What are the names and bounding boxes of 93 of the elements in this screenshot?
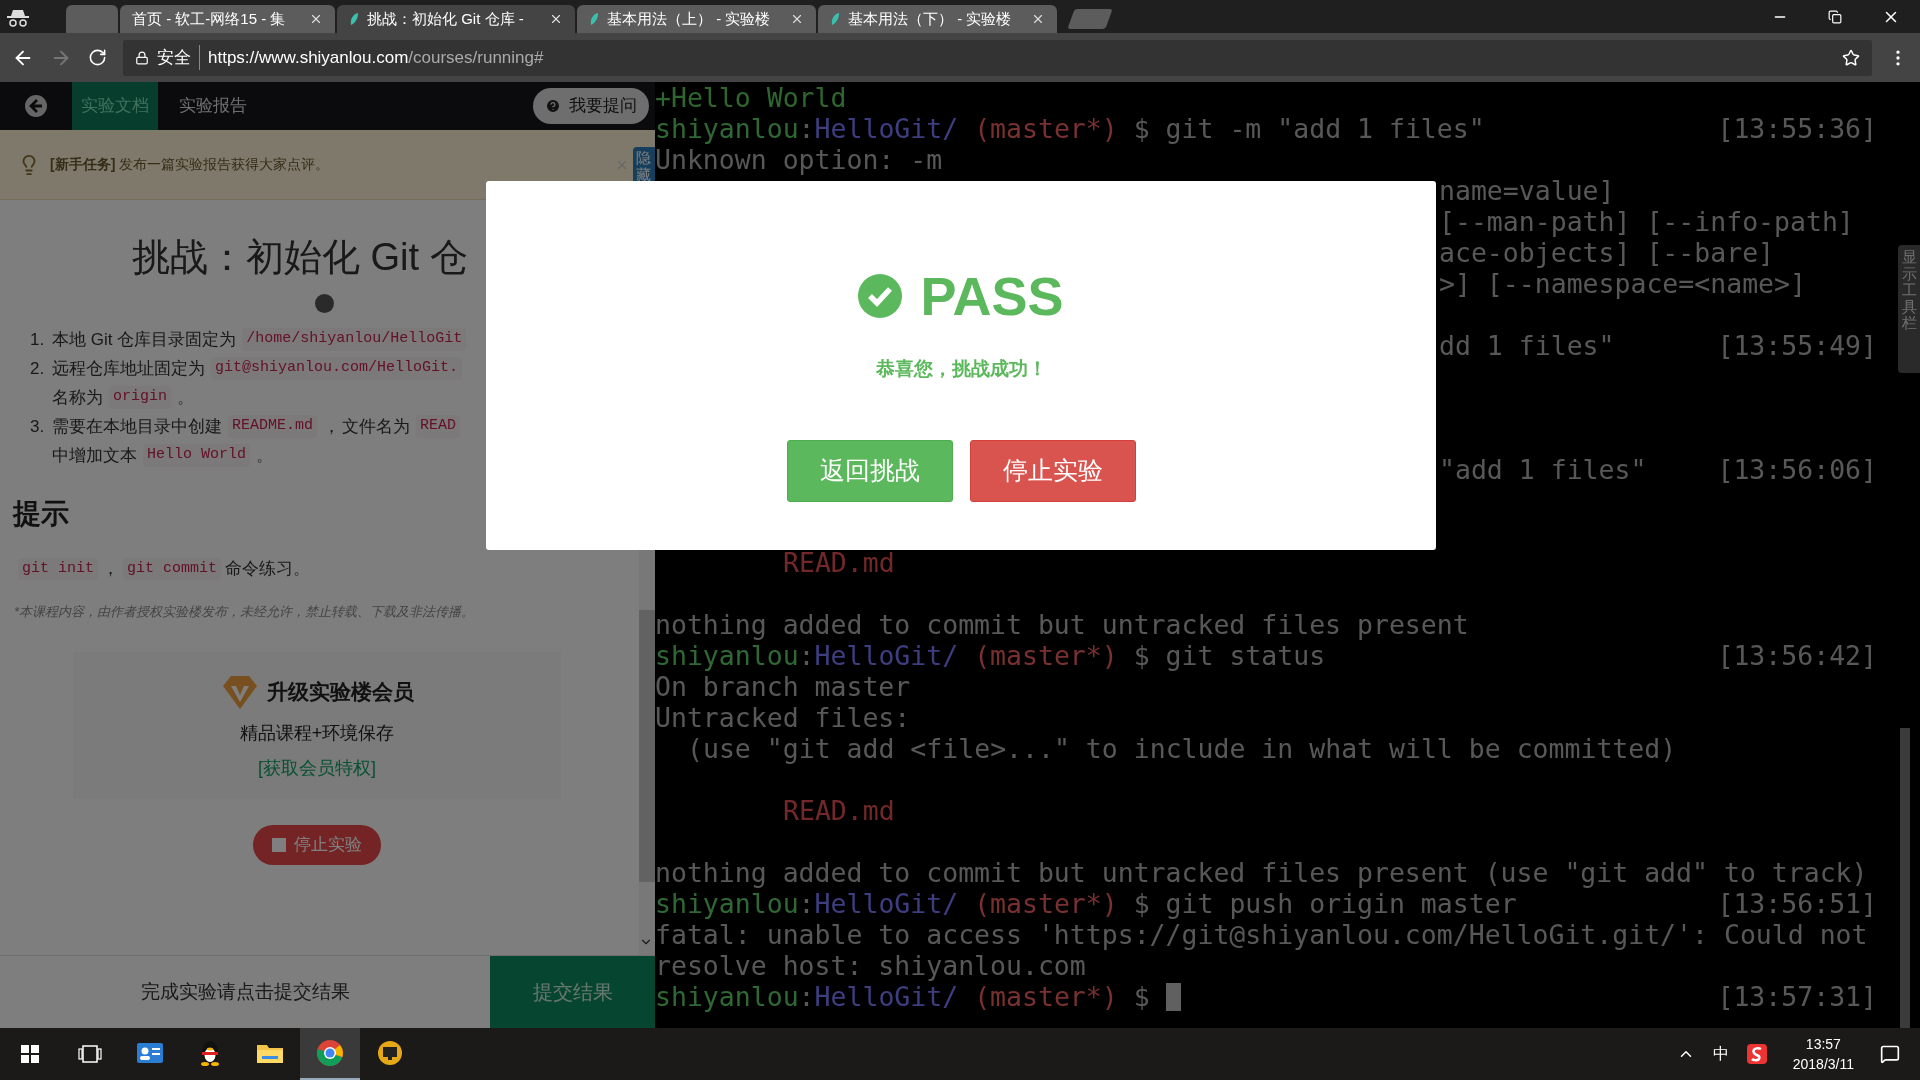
inline-code: origin	[109, 386, 171, 409]
penguin-icon	[199, 1039, 221, 1067]
incognito-icon	[7, 9, 29, 27]
dialog-button[interactable]: 停止实验	[969, 439, 1136, 502]
taskbar-app[interactable]	[300, 1028, 360, 1080]
terminal-line: >] [--namespace=<name>]	[1439, 267, 1806, 301]
bookmark-star-icon[interactable]	[1842, 48, 1860, 67]
pass-status: PASS	[920, 269, 1064, 323]
challenge-title: 挑战：初始化 Git 仓	[132, 235, 469, 280]
browser-tab[interactable]: 基本用法（下） - 实验楼	[818, 5, 1057, 33]
scrollbar-thumb[interactable]	[1900, 728, 1910, 1028]
prompt-branch: (master*)	[974, 980, 1118, 1014]
task-view-icon[interactable]	[78, 1044, 102, 1064]
terminal-command: $ git -m "add 1 files"	[1133, 111, 1485, 146]
scrollbar-thumb[interactable]	[639, 610, 655, 882]
prompt-branch: (master*)	[974, 111, 1118, 146]
inline-code: README.md	[228, 415, 317, 438]
help-icon	[545, 98, 561, 114]
step-text: ，	[323, 415, 340, 438]
step-number: 3.	[30, 415, 46, 438]
terminal-line: READ.md	[783, 545, 895, 580]
terminal-line: fatal: unable to access 'https://git@shiyanlou.com/HelloGit.git/': Could not	[655, 918, 1868, 952]
success-message: 恭喜您，挑战成功！	[875, 357, 1047, 381]
clock[interactable]: 13:57 2018/3/11	[1784, 1034, 1862, 1074]
timestamp: [13:56:42]	[1717, 638, 1877, 673]
inline-code: /home/shiyanlou/HelloGit	[242, 328, 467, 351]
inline-code: git commit	[123, 557, 222, 581]
submit-hint: 完成实验请点击提交结果	[139, 979, 351, 1004]
step-number: 1.	[30, 328, 46, 351]
browser-tab[interactable]: 挑战：初始化 Git 仓库 -	[337, 5, 575, 33]
terminal-line: ace-objects] [--bare]	[1439, 236, 1775, 270]
chrome-icon	[316, 1039, 344, 1067]
member-link[interactable]: [获取会员特权]	[258, 754, 376, 782]
panel-tab[interactable]: 实验报告	[170, 82, 256, 130]
step-text: 名称为	[52, 386, 103, 409]
dialog-button[interactable]: 返回挑战	[786, 439, 953, 502]
step-text: ，	[102, 558, 119, 581]
browser-tab[interactable]: 首页 - 软工-网络15 - 集	[120, 5, 335, 33]
terminal-command: $ git push origin master	[1133, 887, 1517, 921]
terminal-line: READ.md	[783, 793, 895, 828]
lock-icon	[135, 50, 149, 65]
prompt-user: shiyanlou	[655, 887, 799, 921]
security-label: 安全	[157, 44, 200, 71]
reload-icon[interactable]	[88, 48, 107, 67]
leaf-icon	[830, 12, 840, 26]
new-tab-button[interactable]	[1067, 9, 1113, 29]
step-text: 。	[177, 386, 194, 409]
check-circle-icon	[858, 274, 903, 318]
monitor-icon	[376, 1040, 404, 1066]
address-bar[interactable]: 安全 https://www.shiyanlou.com/courses/running#	[123, 39, 1872, 76]
step-text: 文件名为	[342, 415, 410, 438]
close-icon[interactable]	[549, 12, 563, 26]
step-text: 需要在本地目录中创建	[52, 415, 222, 438]
leaf-icon	[349, 12, 359, 26]
stop-lab-button[interactable]: 停止实验	[253, 824, 381, 865]
terminal-line: "add 1 files"	[1439, 452, 1647, 487]
timestamp: [13:57:31]	[1717, 979, 1877, 1014]
tips-heading: 提示	[11, 497, 69, 531]
inline-code: Hello World	[143, 444, 251, 467]
windows-logo-icon[interactable]	[21, 1045, 39, 1063]
timestamp: [13:55:36]	[1717, 111, 1877, 146]
contact-card-icon	[136, 1042, 164, 1064]
timestamp: [13:55:49]	[1717, 328, 1877, 363]
url-text: https://www.shiyanlou.com/courses/running#	[208, 46, 544, 69]
terminal-line: Unknown option: -m	[655, 143, 943, 177]
browser-tab[interactable]: 基本用法（上） - 实验楼	[577, 5, 816, 33]
restore-icon[interactable]	[1828, 10, 1842, 24]
input-method[interactable]: 中	[1712, 1042, 1729, 1066]
step-text: 。	[256, 444, 274, 467]
member-title: 升级实验楼会员	[266, 678, 414, 705]
step-text: 中增加文本	[52, 444, 137, 467]
diamond-v-icon	[220, 673, 259, 710]
inline-code: READ	[416, 415, 461, 438]
step-text: 远程仓库地址固定为	[52, 357, 205, 380]
prompt-directory: HelloGit/	[814, 980, 959, 1014]
prompt-user: shiyanlou	[655, 639, 799, 673]
step-text: 本地 Git 仓库目录固定为	[52, 328, 237, 351]
step-text: 命令练习。	[225, 558, 311, 581]
sogou-icon[interactable]	[1746, 1044, 1767, 1064]
folder-icon	[256, 1042, 284, 1064]
terminal-command: $	[1133, 979, 1150, 1014]
timestamp: [13:56:06]	[1717, 452, 1877, 487]
ask-question-button[interactable]: 我要提问	[533, 88, 649, 124]
step-number: 2.	[30, 357, 46, 380]
submit-result-button[interactable]: 提交结果	[490, 956, 655, 1028]
leaf-icon	[589, 12, 599, 26]
inline-code: git@shiyanlou.com/HelloGit.	[211, 357, 463, 380]
stop-square-icon	[272, 837, 286, 852]
member-subtitle: 精品课程+环境保存	[239, 721, 395, 745]
notice-text: [新手任务] 发布一篇实验报告获得大家点评。	[50, 155, 330, 174]
notification-icon[interactable]	[1880, 1044, 1900, 1064]
inline-code: git init	[18, 557, 98, 581]
terminal-line: dd 1 files"	[1439, 328, 1615, 363]
